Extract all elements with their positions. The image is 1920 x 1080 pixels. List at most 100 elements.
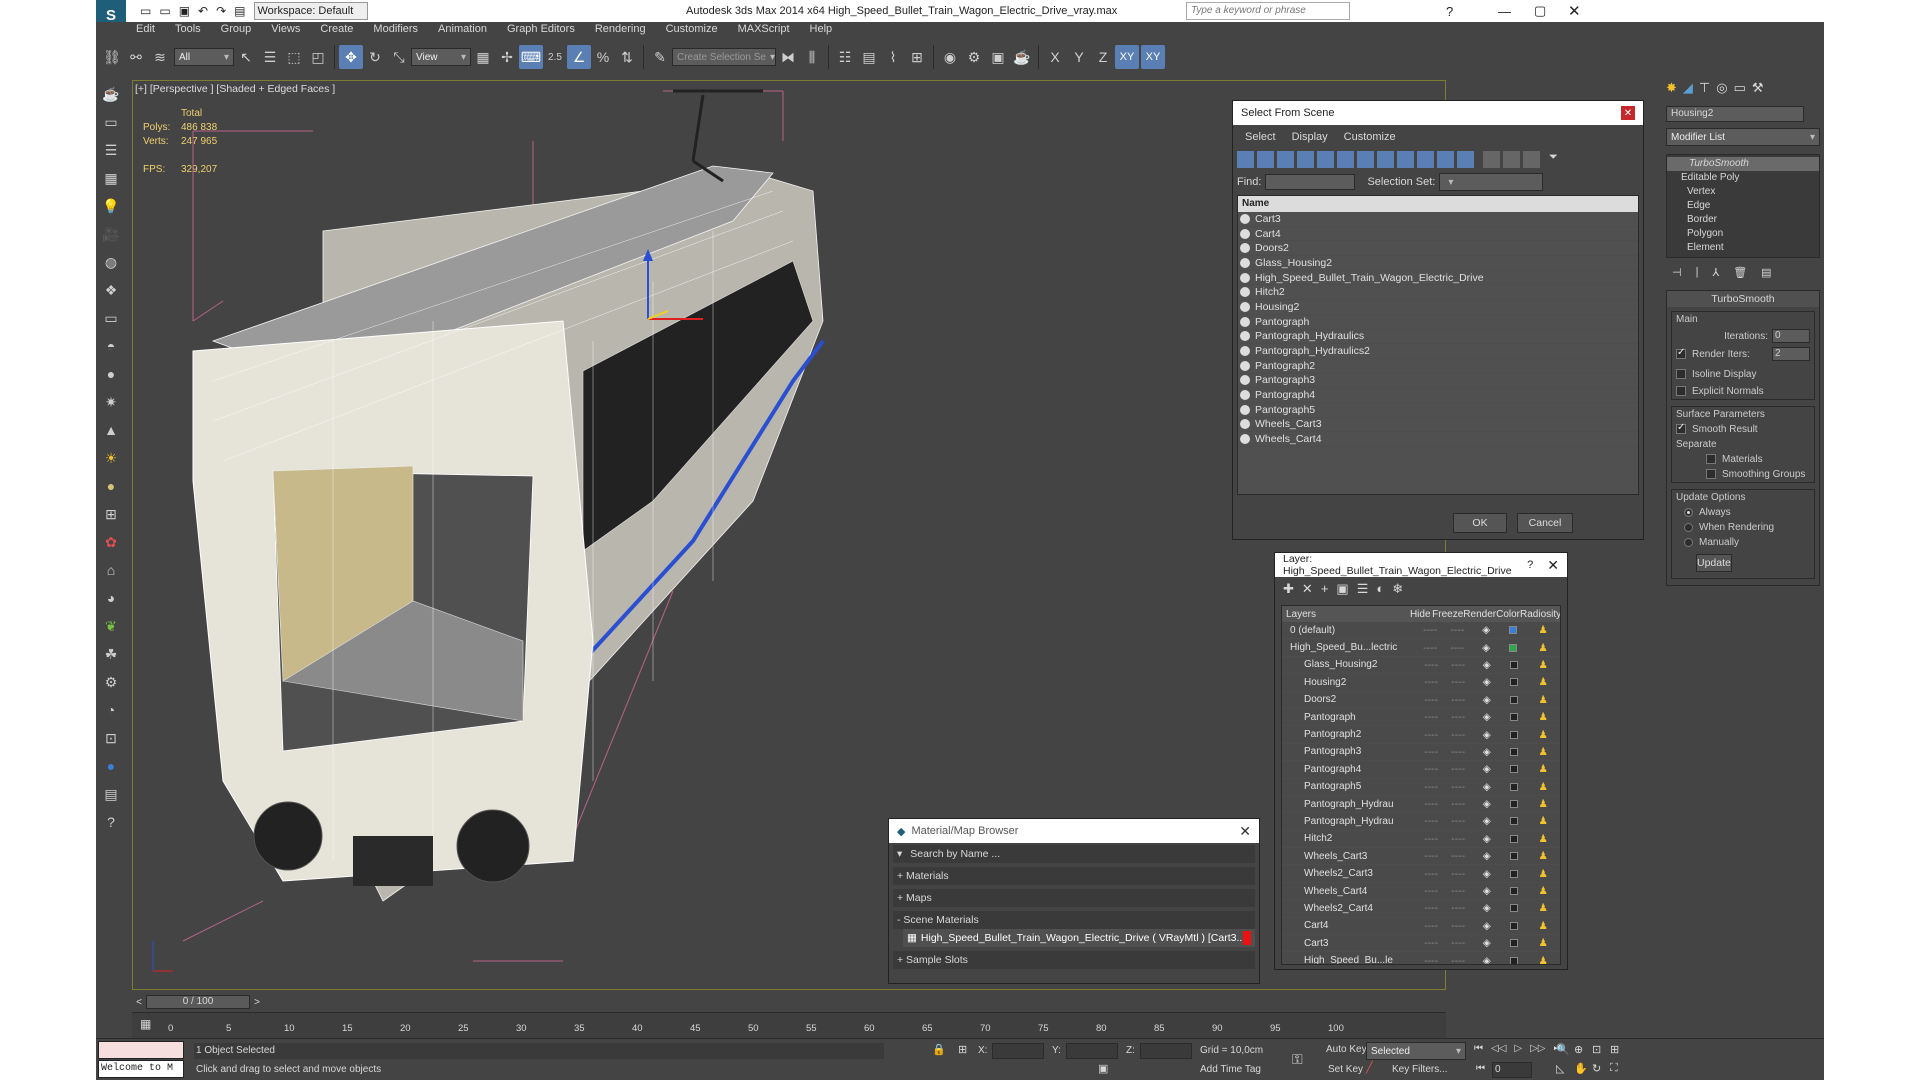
project-icon[interactable]: ▤ — [234, 4, 245, 18]
time-tag-icon[interactable]: ▣ — [1098, 1062, 1108, 1075]
manually-radio[interactable] — [1684, 537, 1693, 547]
hide-toggle[interactable]: ---- — [1419, 920, 1444, 932]
prev-key-icon[interactable]: ◁◁ — [1491, 1043, 1506, 1054]
select-by-name-icon[interactable]: ☰ — [258, 45, 282, 69]
hide-toggle[interactable]: ---- — [1419, 815, 1444, 827]
create-tab-icon[interactable]: ✸ — [1666, 80, 1677, 100]
smoothing-groups-checkbox[interactable] — [1706, 469, 1716, 480]
filter-frozen-icon[interactable] — [1437, 151, 1454, 168]
color-cell[interactable] — [1501, 678, 1526, 687]
scale-icon[interactable]: ⤡ — [387, 45, 411, 69]
isoline-checkbox[interactable] — [1676, 369, 1686, 380]
cone-icon[interactable]: ▲ — [99, 418, 123, 442]
layer-row[interactable]: Hitch2 ---- ---- ◈ ♟ — [1282, 831, 1560, 849]
modifier-list-dropdown[interactable]: Modifier List — [1666, 128, 1820, 146]
render-teapot-icon[interactable]: ◈ — [1472, 798, 1501, 810]
filter-containers-icon[interactable] — [1417, 151, 1434, 168]
percent-snap-icon[interactable]: % — [591, 45, 615, 69]
freeze-toggle[interactable]: ---- — [1444, 694, 1473, 706]
menu-animation[interactable]: Animation — [438, 23, 487, 35]
layer-row[interactable]: Wheels2_Cart3 ---- ---- ◈ ♟ — [1282, 865, 1560, 883]
axis-z-button[interactable]: Z — [1091, 45, 1115, 69]
scene-list-item[interactable]: Housing2 — [1238, 300, 1638, 315]
freeze-toggle[interactable]: ---- — [1444, 798, 1473, 810]
color-cell[interactable] — [1501, 765, 1526, 774]
table-icon[interactable]: ▦ — [99, 166, 123, 190]
render-teapot-icon[interactable]: ◈ — [1472, 659, 1501, 671]
render-teapot-icon[interactable]: ◈ — [1472, 642, 1501, 654]
col-color[interactable]: Color — [1496, 609, 1520, 620]
color-cell[interactable] — [1501, 852, 1526, 861]
scene-list-item[interactable]: Cart4 — [1238, 227, 1638, 242]
color-cell[interactable] — [1501, 956, 1526, 964]
modifier-stack-item[interactable]: Polygon — [1667, 227, 1819, 241]
hide-toggle[interactable]: ---- — [1419, 694, 1444, 706]
render-teapot-icon[interactable]: ◈ — [1472, 729, 1501, 741]
search-input[interactable]: Type a keyword or phrase — [1186, 2, 1350, 20]
selection-set-dropdown[interactable] — [1439, 173, 1544, 191]
layer-row[interactable]: Wheels_Cart4 ---- ---- ◈ ♟ — [1282, 883, 1560, 901]
scene-list-item[interactable]: Pantograph_Hydraulics — [1238, 330, 1638, 345]
redo-icon[interactable]: ↷ — [216, 4, 226, 18]
smooth-result-checkbox[interactable] — [1676, 422, 1686, 435]
axis-xy-button[interactable]: XY — [1115, 45, 1139, 69]
modifier-stack-item[interactable]: Vertex — [1667, 185, 1819, 199]
prev-frame-icon[interactable]: < — [132, 997, 146, 1008]
section-scene-materials[interactable]: - Scene Materials — [893, 911, 1255, 929]
key-mode-icon[interactable]: ⏮ — [1476, 1063, 1485, 1074]
link-icon[interactable]: ⛓ — [100, 45, 124, 69]
save-icon[interactable]: ▣ — [179, 4, 190, 18]
fov-icon[interactable]: ◺ — [1556, 1062, 1574, 1075]
freeze-toggle[interactable]: ---- — [1444, 937, 1473, 949]
zoom-all-icon[interactable]: ⊕ — [1574, 1043, 1592, 1056]
helper-icon[interactable]: ◍ — [99, 250, 123, 274]
time-slider-handle[interactable]: 0 / 100 — [146, 995, 250, 1009]
freeze-toggle[interactable]: ---- — [1444, 659, 1473, 671]
radiosity-icon[interactable]: ♟ — [1526, 850, 1560, 862]
render-teapot-icon[interactable]: ◈ — [1472, 937, 1501, 949]
arch-icon[interactable]: ⊡ — [99, 726, 123, 750]
filter-xrefs-icon[interactable] — [1377, 151, 1394, 168]
radiosity-icon[interactable]: ♟ — [1526, 694, 1560, 706]
color-cell[interactable] — [1501, 660, 1526, 669]
radiosity-icon[interactable]: ♟ — [1526, 659, 1560, 671]
scene-list-item[interactable]: Cart3 — [1238, 212, 1638, 227]
col-hide[interactable]: Hide — [1408, 609, 1432, 620]
scene-list-item[interactable]: High_Speed_Bullet_Train_Wagon_Electric_D… — [1238, 271, 1638, 286]
key-icon[interactable]: ⚿ — [1292, 1051, 1303, 1068]
render-iters-spinner[interactable]: 2 — [1772, 347, 1810, 361]
scene-list-item[interactable]: Wheels_Cart4 — [1238, 432, 1638, 447]
zoom-extents-all-icon[interactable]: ⊞ — [1610, 1043, 1628, 1056]
freeze-toggle[interactable]: ---- — [1444, 815, 1473, 827]
add-time-tag[interactable]: Add Time Tag — [1200, 1064, 1261, 1075]
scene-list-item[interactable]: Glass_Housing2 — [1238, 256, 1638, 271]
angle-snap-icon[interactable]: ∠ — [567, 45, 591, 69]
menu-help[interactable]: Help — [810, 23, 833, 35]
light-icon[interactable]: 💡 — [99, 194, 123, 218]
layer-row[interactable]: High_Speed_Bu...le ---- ---- ◈ ♟ — [1282, 952, 1560, 964]
select-none-icon[interactable] — [1503, 151, 1520, 168]
filter-geometry-icon[interactable] — [1237, 151, 1254, 168]
hierarchy-tab-icon[interactable]: ⊤ — [1699, 80, 1710, 100]
maxscript-listener[interactable] — [98, 1041, 184, 1059]
display-tab-icon[interactable]: ▭ — [1734, 80, 1746, 100]
menu-maxscript[interactable]: MAXScript — [738, 23, 790, 35]
layer-row[interactable]: Wheels2_Cart4 ---- ---- ◈ ♟ — [1282, 900, 1560, 918]
reference-coord-dropdown[interactable]: View — [411, 48, 471, 66]
freeze-toggle[interactable]: ---- — [1444, 746, 1473, 758]
color-cell[interactable] — [1501, 904, 1526, 913]
material-sphere-icon[interactable]: ◔ — [99, 698, 123, 722]
axis-y-button[interactable]: Y — [1067, 45, 1091, 69]
plane-icon[interactable]: ▭ — [99, 306, 123, 330]
hide-toggle[interactable]: ---- — [1419, 937, 1444, 949]
render-iters-checkbox[interactable] — [1676, 347, 1686, 359]
color-cell[interactable] — [1501, 643, 1526, 652]
auto-key-button[interactable]: Auto Key — [1326, 1044, 1367, 1055]
color-cell[interactable] — [1501, 869, 1526, 878]
select-all-icon[interactable] — [1483, 151, 1500, 168]
selection-filter-dropdown[interactable]: All — [174, 48, 234, 66]
camera-icon[interactable]: 🎥 — [99, 222, 123, 246]
minimize-icon[interactable]: — — [1498, 4, 1511, 19]
pivot-center-icon[interactable]: ▦ — [471, 45, 495, 69]
material-search[interactable]: ▾ Search by Name ... — [893, 845, 1255, 863]
